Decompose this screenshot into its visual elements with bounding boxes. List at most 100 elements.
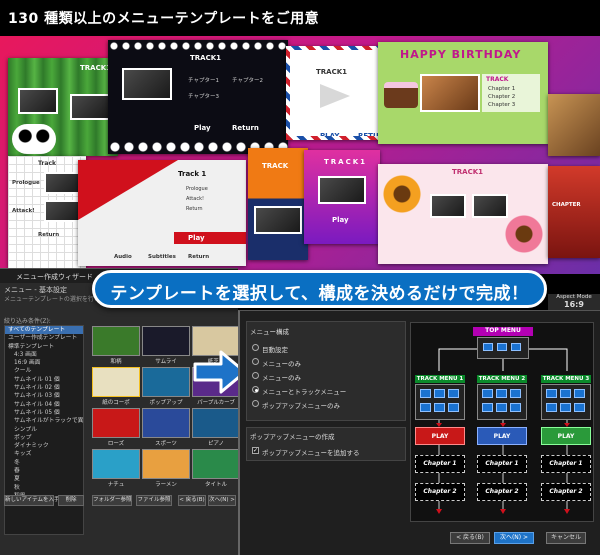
panda-decoration: [12, 124, 56, 154]
tree-item[interactable]: ポップ: [5, 434, 83, 442]
tile-play: Play: [188, 234, 205, 242]
template-cell[interactable]: スポーツ: [142, 408, 190, 448]
tree-item[interactable]: 16:9 画面: [5, 359, 83, 367]
template-cell-thumbnail: [142, 367, 190, 397]
template-cell-caption: 紙のコーポ: [102, 400, 130, 406]
tile-label: TRACK1: [452, 168, 484, 176]
popup-checkbox[interactable]: ✓: [252, 447, 259, 454]
red-stripe: [78, 160, 178, 220]
tree-item[interactable]: 春: [5, 467, 83, 475]
tile-menu-item: Return: [186, 206, 203, 212]
template-cell[interactable]: 紙のコーポ: [92, 367, 140, 407]
header-bar: 130 種類以上のメニューテンプレートをご用意: [0, 0, 600, 36]
wizard-back-button[interactable]: < 戻る(B): [178, 495, 206, 506]
template-cell-thumbnail: [142, 408, 190, 438]
tile-thumbnail: [318, 176, 366, 204]
tree-item[interactable]: 4:3 画面: [5, 351, 83, 359]
tree-item[interactable]: サムネイル 05 個: [5, 409, 83, 417]
template-cell-caption: 和柄: [110, 359, 122, 365]
tile-bottom-item: Audio: [114, 254, 132, 260]
template-cell[interactable]: ポップアップ: [142, 367, 190, 407]
browse-file-button[interactable]: ファイル参照: [136, 495, 172, 506]
banner-text: テンプレートを選択して、構成を決めるだけで完成！: [110, 284, 529, 304]
tree-item[interactable]: ユーザー作成テンプレート: [5, 334, 83, 342]
back-button[interactable]: < 戻る(B): [450, 532, 490, 544]
tile-label: Track: [38, 160, 56, 167]
template-tile-wave: TRACK1 Play: [304, 150, 380, 244]
tree-item[interactable]: 夏: [5, 475, 83, 483]
wizard-next-button[interactable]: 次へ(N) >: [208, 495, 236, 506]
tree-item[interactable]: すべてのテンプレート: [5, 326, 83, 335]
browse-folder-button[interactable]: フォルダー参照: [92, 495, 132, 506]
tile-thumbnail: [430, 194, 466, 218]
track-thumb: [420, 403, 431, 412]
option-label: ポップアップメニューのみ: [262, 402, 340, 410]
tree-item[interactable]: 秋: [5, 484, 83, 492]
tile-return: Return: [232, 124, 259, 132]
template-tile-red: Track 1 Prologue Attack! Return Play Aud…: [78, 160, 246, 266]
radio-auto[interactable]: [252, 344, 259, 351]
tree-item[interactable]: サムネイル 01 個: [5, 376, 83, 384]
tile-label: TRACK: [262, 162, 289, 170]
tree-item[interactable]: ダイナミック: [5, 442, 83, 450]
popup-section-title: ポップアップメニューの作成: [250, 433, 335, 441]
tree-item[interactable]: 標準テンプレート: [5, 343, 83, 351]
tree-item[interactable]: サムネイルがトラックで異なる: [5, 417, 83, 425]
tree-item[interactable]: サムネイル 03 個: [5, 392, 83, 400]
template-cell[interactable]: ナチュ: [92, 449, 140, 489]
template-cell[interactable]: サムライ: [142, 326, 190, 366]
tile-banner: HAPPY BIRTHDAY: [400, 48, 522, 61]
template-cell[interactable]: 和柄: [92, 326, 140, 366]
template-cell-caption: ローズ: [107, 441, 125, 447]
track-thumb: [546, 389, 557, 398]
play-1: PLAY: [415, 427, 465, 445]
tree-item[interactable]: キッズ: [5, 450, 83, 458]
tree-item[interactable]: サムネイル 04 個: [5, 401, 83, 409]
template-cell[interactable]: ラーメン: [142, 449, 190, 489]
tile-menu-box: TRACK Chapter 1 Chapter 2 Chapter 3: [482, 74, 540, 112]
tree-item[interactable]: シンプル: [5, 426, 83, 434]
cake-decoration: [384, 82, 418, 108]
track-thumb: [560, 403, 571, 412]
tile-thumbnail: [44, 172, 82, 194]
paper-plane: [320, 84, 350, 108]
template-cell-thumbnail: [92, 367, 140, 397]
sunflower-left: [382, 174, 422, 214]
track-thumb: [510, 403, 521, 412]
tile-menu-item: チャプター2: [232, 78, 263, 84]
template-cell[interactable]: タイトル: [192, 449, 240, 489]
radio-popup-only[interactable]: [252, 400, 259, 407]
template-cell[interactable]: ピアノ: [192, 408, 240, 448]
aspect-value: 16:9: [564, 300, 584, 309]
chapter-1-a: Chapter 1: [415, 455, 465, 473]
template-cell[interactable]: ローズ: [92, 408, 140, 448]
template-cell-caption: スポーツ: [155, 441, 177, 447]
next-button[interactable]: 次へ(N) >: [494, 532, 534, 544]
page-title: 130 種類以上のメニューテンプレートをご用意: [8, 11, 320, 27]
template-cell-thumbnail: [142, 449, 190, 479]
chapter-1-b: Chapter 1: [477, 455, 527, 473]
template-cell-thumbnail: [192, 449, 240, 479]
template-tile-grid: Track Prologue Attack! Return: [8, 156, 86, 268]
delete-button[interactable]: 削除: [58, 495, 84, 506]
template-cell-caption: サムライ: [155, 359, 177, 365]
track-thumb: [560, 389, 571, 398]
radio-menu-and-track[interactable]: [252, 386, 259, 393]
tree-item[interactable]: クール: [5, 367, 83, 375]
tree-item[interactable]: 冬: [5, 459, 83, 467]
tile-thumbnail: [122, 68, 172, 100]
get-new-items-button[interactable]: 新しいアイテムを入手: [4, 495, 59, 506]
template-cell-thumbnail: [142, 326, 190, 356]
template-cell-caption: パープルカーブ: [197, 400, 235, 406]
tile-play: Play: [194, 124, 211, 132]
option-label: メニューとトラックメニュー: [262, 388, 347, 396]
track-menu-1-label: TRACK MENU 1: [415, 375, 465, 383]
tile-label: TRACK: [486, 76, 509, 83]
radio-menu-only-b[interactable]: [252, 372, 259, 379]
template-cell-thumbnail: [92, 408, 140, 438]
cancel-button[interactable]: キャンセル: [546, 532, 586, 544]
radio-menu-only-a[interactable]: [252, 358, 259, 365]
track-thumb: [574, 403, 585, 412]
chapter-2-c: Chapter 2: [541, 483, 591, 501]
tree-item[interactable]: サムネイル 02 個: [5, 384, 83, 392]
